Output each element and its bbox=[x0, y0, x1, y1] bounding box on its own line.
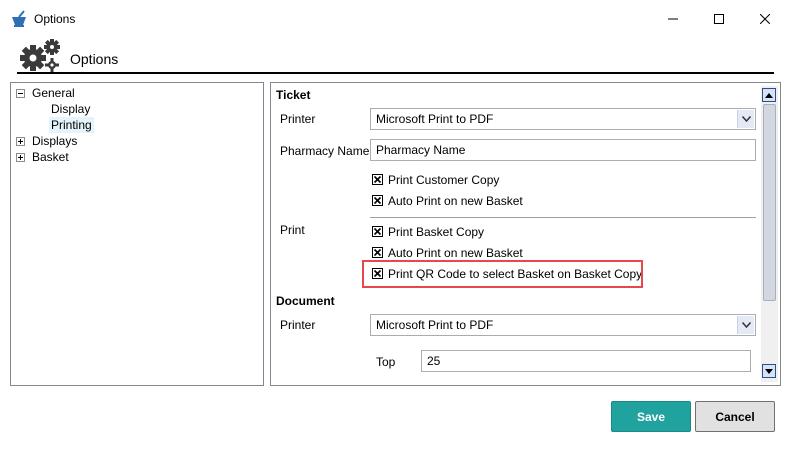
chevron-down-icon bbox=[765, 368, 773, 374]
scroll-up-button[interactable] bbox=[762, 88, 776, 102]
top-input[interactable]: 25 bbox=[421, 350, 751, 372]
expand-icon[interactable] bbox=[16, 137, 25, 146]
print-label: Print bbox=[280, 223, 305, 237]
auto-print-new-basket-2-label[interactable]: Auto Print on new Basket bbox=[388, 246, 523, 260]
app-mortar-icon bbox=[11, 10, 27, 28]
chevron-up-icon bbox=[765, 92, 773, 98]
scroll-down-button[interactable] bbox=[762, 364, 776, 378]
auto-print-new-basket-checkbox[interactable] bbox=[372, 195, 383, 206]
cancel-button[interactable]: Cancel bbox=[695, 401, 775, 432]
tree-item-general[interactable]: General bbox=[32, 85, 75, 101]
auto-print-new-basket-label[interactable]: Auto Print on new Basket bbox=[388, 194, 523, 208]
collapse-icon[interactable] bbox=[16, 89, 25, 98]
vertical-scrollbar[interactable] bbox=[761, 86, 778, 382]
chevron-down-icon[interactable] bbox=[737, 316, 754, 334]
checkmark-x-icon bbox=[373, 175, 382, 184]
scroll-thumb[interactable] bbox=[763, 104, 776, 301]
checkmark-x-icon bbox=[373, 227, 382, 236]
top-label: Top bbox=[376, 355, 396, 369]
chevron-down-icon[interactable] bbox=[737, 110, 754, 128]
tree-item-basket[interactable]: Basket bbox=[32, 149, 69, 165]
print-basket-copy-label[interactable]: Print Basket Copy bbox=[388, 225, 484, 239]
ticket-printer-dropdown[interactable]: Microsoft Print to PDF bbox=[370, 108, 756, 130]
page-title: Options bbox=[70, 51, 119, 67]
tree-item-printing[interactable]: Printing bbox=[49, 117, 94, 133]
document-printer-label: Printer bbox=[280, 318, 316, 332]
close-button[interactable] bbox=[742, 0, 788, 38]
print-basket-copy-checkbox[interactable] bbox=[372, 226, 383, 237]
close-icon bbox=[760, 14, 770, 24]
options-tree: General Display Printing Displays Basket bbox=[10, 82, 264, 386]
top-value: 25 bbox=[427, 354, 441, 368]
minimize-button[interactable] bbox=[650, 0, 696, 38]
print-customer-copy-label[interactable]: Print Customer Copy bbox=[388, 173, 499, 187]
section-divider bbox=[370, 217, 756, 218]
maximize-icon bbox=[714, 14, 724, 24]
checkmark-x-icon bbox=[373, 248, 382, 257]
minimize-icon bbox=[668, 18, 678, 20]
window-title: Options bbox=[34, 12, 76, 26]
ticket-printer-value: Microsoft Print to PDF bbox=[376, 112, 494, 126]
ticket-section-title: Ticket bbox=[276, 88, 311, 102]
ticket-printer-label: Printer bbox=[280, 112, 316, 126]
pharmacy-name-input[interactable]: Pharmacy Name bbox=[370, 139, 756, 161]
pharmacy-name-value: Pharmacy Name bbox=[376, 143, 466, 157]
tree-item-display[interactable]: Display bbox=[51, 101, 90, 117]
expand-icon[interactable] bbox=[16, 153, 25, 162]
tree-item-displays[interactable]: Displays bbox=[32, 133, 77, 149]
print-customer-copy-checkbox[interactable] bbox=[372, 174, 383, 185]
checkmark-x-icon bbox=[373, 196, 382, 205]
header-divider bbox=[17, 72, 774, 74]
save-button[interactable]: Save bbox=[611, 401, 691, 432]
document-printer-dropdown[interactable]: Microsoft Print to PDF bbox=[370, 314, 756, 336]
document-section-title: Document bbox=[276, 294, 335, 308]
document-printer-value: Microsoft Print to PDF bbox=[376, 318, 494, 332]
highlight-box bbox=[362, 260, 643, 288]
gears-icon bbox=[18, 38, 62, 74]
auto-print-new-basket-2-checkbox[interactable] bbox=[372, 247, 383, 258]
pharmacy-name-label: Pharmacy Name bbox=[280, 144, 370, 158]
maximize-button[interactable] bbox=[696, 0, 742, 38]
